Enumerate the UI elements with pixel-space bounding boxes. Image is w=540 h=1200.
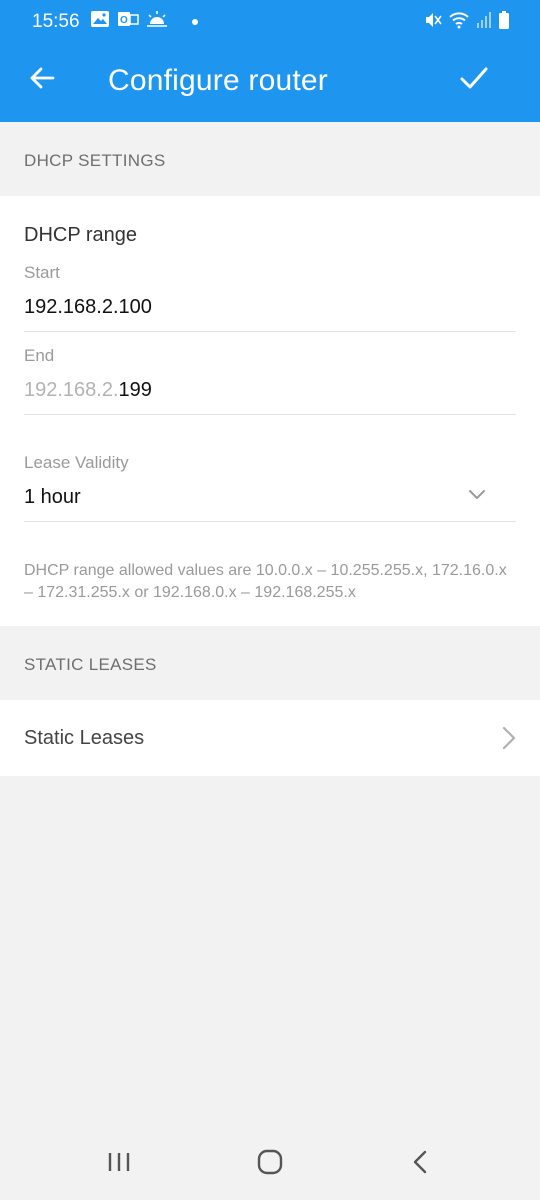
divider: [24, 521, 516, 522]
lease-validity-dropdown[interactable]: [24, 476, 516, 520]
end-label: End: [24, 346, 55, 365]
dhcp-settings-card: DHCP range Start 192.168.2.100 End 192.1…: [0, 196, 540, 626]
static-leases-label: Static Leases: [24, 727, 145, 749]
section-header-dhcp: DHCP SETTINGS: [0, 122, 540, 196]
mute-icon: [424, 11, 442, 34]
section-header-static-leases: STATIC LEASES: [0, 626, 540, 700]
start-label: Start: [24, 263, 60, 282]
static-leases-row[interactable]: Static Leases: [0, 700, 540, 776]
page-title: Configure router: [108, 64, 328, 97]
chevron-right-icon: [502, 726, 516, 755]
wifi-icon: [448, 11, 470, 34]
navigation-bar: [0, 1124, 540, 1200]
dhcp-range-title: DHCP range: [24, 224, 138, 246]
lease-validity-label: Lease Validity: [24, 453, 129, 472]
static-leases-card: Static Leases: [0, 700, 540, 776]
status-time: 15:56: [32, 11, 80, 32]
arrow-left-icon: [29, 66, 55, 95]
end-suffix: 199: [118, 379, 152, 401]
back-button[interactable]: [22, 60, 62, 100]
image-icon: [90, 10, 110, 33]
end-value: 192.168.2.199: [24, 379, 152, 402]
weather-icon: [146, 10, 168, 33]
app-bar: Configure router: [0, 40, 540, 122]
divider: [24, 414, 516, 415]
end-prefix: 192.168.2.: [24, 379, 119, 401]
divider: [24, 331, 516, 332]
lease-validity-value: 1 hour: [24, 486, 81, 508]
dot-icon: [191, 13, 199, 31]
recent-apps-button[interactable]: [89, 1144, 149, 1184]
home-icon: [257, 1149, 283, 1180]
section-header-label: STATIC LEASES: [24, 655, 157, 674]
section-header-label: DHCP SETTINGS: [24, 151, 166, 170]
battery-icon: [498, 10, 510, 35]
back-icon: [412, 1150, 428, 1179]
status-left-icons: O: [90, 10, 199, 33]
svg-text:O: O: [120, 15, 128, 26]
confirm-button[interactable]: [452, 60, 496, 100]
home-button[interactable]: [240, 1144, 300, 1184]
recent-apps-icon: [107, 1151, 131, 1178]
status-bar: 15:56 O: [0, 0, 540, 40]
chevron-down-icon: [468, 488, 486, 506]
system-back-button[interactable]: [390, 1144, 450, 1184]
signal-icon: [476, 11, 492, 34]
dhcp-range-help-text: DHCP range allowed values are 10.0.0.x –…: [24, 562, 507, 601]
outlook-icon: O: [117, 10, 139, 33]
check-icon: [459, 66, 489, 95]
status-right-icons: [424, 10, 510, 35]
start-value: 192.168.2.100: [24, 296, 152, 318]
